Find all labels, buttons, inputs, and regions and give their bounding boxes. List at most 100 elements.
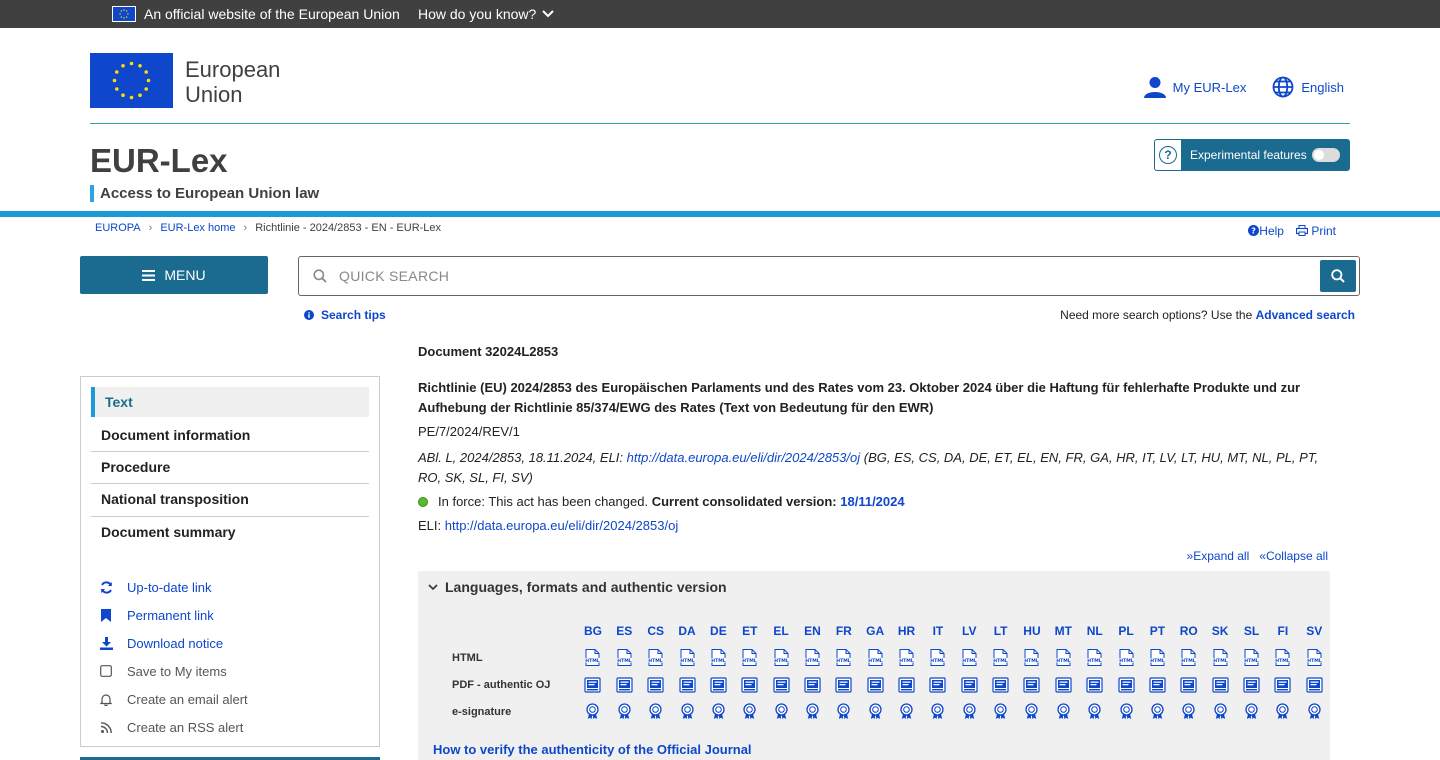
pdf-file-icon[interactable] xyxy=(616,676,633,693)
tab-document-summary[interactable]: Document summary xyxy=(91,517,369,548)
experimental-features-toggle[interactable] xyxy=(1311,148,1340,162)
seal-icon[interactable] xyxy=(616,703,633,720)
up-to-date-link[interactable]: Up-to-date link xyxy=(99,573,248,601)
html-file-icon[interactable]: HTML xyxy=(961,648,978,666)
breadcrumb-eurlex-home[interactable]: EUR-Lex home xyxy=(160,222,235,234)
language-code-ga[interactable]: GA xyxy=(860,617,891,644)
html-file-icon[interactable]: HTML xyxy=(647,648,664,666)
permanent-link[interactable]: Permanent link xyxy=(99,601,248,629)
seal-icon[interactable] xyxy=(867,703,884,720)
seal-icon[interactable] xyxy=(804,703,821,720)
language-code-el[interactable]: EL xyxy=(765,617,796,644)
my-eurlex-link[interactable]: My EUR-Lex xyxy=(1143,76,1246,98)
seal-icon[interactable] xyxy=(835,703,852,720)
language-code-pl[interactable]: PL xyxy=(1110,617,1141,644)
pdf-file-icon[interactable] xyxy=(647,676,664,693)
languages-panel-header[interactable]: Languages, formats and authentic version xyxy=(428,579,727,595)
seal-icon[interactable] xyxy=(584,703,601,720)
seal-icon[interactable] xyxy=(961,703,978,720)
language-code-bg[interactable]: BG xyxy=(577,617,608,644)
language-code-en[interactable]: EN xyxy=(797,617,828,644)
tab-procedure[interactable]: Procedure xyxy=(91,452,369,484)
seal-icon[interactable] xyxy=(1055,703,1072,720)
html-file-icon[interactable]: HTML xyxy=(741,648,758,666)
language-code-pt[interactable]: PT xyxy=(1142,617,1173,644)
how-do-you-know-toggle[interactable]: How do you know? xyxy=(418,6,555,22)
language-code-nl[interactable]: NL xyxy=(1079,617,1110,644)
seal-icon[interactable] xyxy=(1180,703,1197,720)
search-tips-link[interactable]: Search tips xyxy=(304,308,386,322)
download-notice-link[interactable]: Download notice xyxy=(99,629,248,657)
seal-icon[interactable] xyxy=(1274,703,1291,720)
expand-all-link[interactable]: »︎Expand all xyxy=(1187,549,1250,563)
pdf-file-icon[interactable] xyxy=(1117,676,1135,693)
html-file-icon[interactable]: HTML xyxy=(1023,648,1040,666)
pdf-file-icon[interactable] xyxy=(1149,676,1166,693)
language-selector[interactable]: English xyxy=(1272,76,1344,98)
seal-icon[interactable] xyxy=(679,703,696,720)
html-file-icon[interactable]: HTML xyxy=(1118,648,1135,666)
seal-icon[interactable] xyxy=(1023,703,1040,720)
seal-icon[interactable] xyxy=(741,703,758,720)
pdf-file-icon[interactable] xyxy=(1243,676,1260,693)
tab-text[interactable]: Text xyxy=(91,387,369,417)
language-code-sk[interactable]: SK xyxy=(1204,617,1235,644)
save-to-my-items-link[interactable]: Save to My items xyxy=(99,657,248,685)
pdf-file-icon[interactable] xyxy=(710,676,727,693)
pdf-file-icon[interactable] xyxy=(1306,676,1323,693)
pdf-file-icon[interactable] xyxy=(1212,676,1229,693)
html-file-icon[interactable]: HTML xyxy=(867,648,884,666)
html-file-icon[interactable]: HTML xyxy=(929,648,946,666)
language-code-sl[interactable]: SL xyxy=(1236,617,1267,644)
language-code-hu[interactable]: HU xyxy=(1016,617,1047,644)
seal-icon[interactable] xyxy=(1212,703,1229,720)
html-file-icon[interactable]: HTML xyxy=(992,648,1009,666)
eli-link[interactable]: http://data.europa.eu/eli/dir/2024/2853/… xyxy=(445,518,678,533)
print-link[interactable]: Print xyxy=(1295,224,1336,238)
tab-national-transposition[interactable]: National transposition xyxy=(91,484,369,517)
pdf-file-icon[interactable] xyxy=(804,676,821,693)
advanced-search-link[interactable]: Advanced search xyxy=(1256,308,1355,322)
seal-icon[interactable] xyxy=(773,703,790,720)
html-file-icon[interactable]: HTML xyxy=(1180,648,1197,666)
language-code-lt[interactable]: LT xyxy=(985,617,1016,644)
breadcrumb-europa[interactable]: EUROPA xyxy=(95,222,141,234)
html-file-icon[interactable]: HTML xyxy=(1149,648,1166,666)
consolidated-version-link[interactable]: 18/11/2024 xyxy=(840,494,904,509)
site-title[interactable]: EUR-Lex xyxy=(90,142,228,180)
pdf-file-icon[interactable] xyxy=(1274,676,1291,693)
collapse-all-link[interactable]: «︎Collapse all xyxy=(1259,549,1328,563)
help-link[interactable]: ? Help xyxy=(1248,224,1284,238)
seal-icon[interactable] xyxy=(1118,703,1135,720)
pdf-file-icon[interactable] xyxy=(867,676,884,693)
seal-icon[interactable] xyxy=(1243,703,1260,720)
pdf-file-icon[interactable] xyxy=(772,676,790,693)
language-code-de[interactable]: DE xyxy=(703,617,734,644)
seal-icon[interactable] xyxy=(1086,703,1103,720)
pdf-file-icon[interactable] xyxy=(961,676,978,693)
rss-alert-link[interactable]: Create an RSS alert xyxy=(99,713,248,741)
html-file-icon[interactable]: HTML xyxy=(679,648,696,666)
tab-document-information[interactable]: Document information xyxy=(91,420,369,452)
seal-icon[interactable] xyxy=(1149,703,1166,720)
html-file-icon[interactable]: HTML xyxy=(584,648,601,666)
pdf-file-icon[interactable] xyxy=(1180,676,1197,693)
html-file-icon[interactable]: HTML xyxy=(1212,648,1229,666)
language-code-hr[interactable]: HR xyxy=(891,617,922,644)
pdf-file-icon[interactable] xyxy=(678,676,696,693)
language-code-it[interactable]: IT xyxy=(922,617,953,644)
pdf-file-icon[interactable] xyxy=(929,676,946,693)
seal-icon[interactable] xyxy=(647,703,664,720)
menu-button[interactable]: MENU xyxy=(80,256,268,294)
pdf-file-icon[interactable] xyxy=(898,676,915,693)
html-file-icon[interactable]: HTML xyxy=(1086,648,1103,666)
seal-icon[interactable] xyxy=(898,703,915,720)
verify-authenticity-link[interactable]: How to verify the authenticity of the Of… xyxy=(433,742,752,757)
quick-search-input[interactable] xyxy=(339,268,1320,284)
pdf-file-icon[interactable] xyxy=(992,676,1009,693)
language-code-sv[interactable]: SV xyxy=(1299,617,1330,644)
language-code-lv[interactable]: LV xyxy=(954,617,985,644)
language-code-fr[interactable]: FR xyxy=(828,617,859,644)
html-file-icon[interactable]: HTML xyxy=(1055,648,1072,666)
language-code-cs[interactable]: CS xyxy=(640,617,671,644)
